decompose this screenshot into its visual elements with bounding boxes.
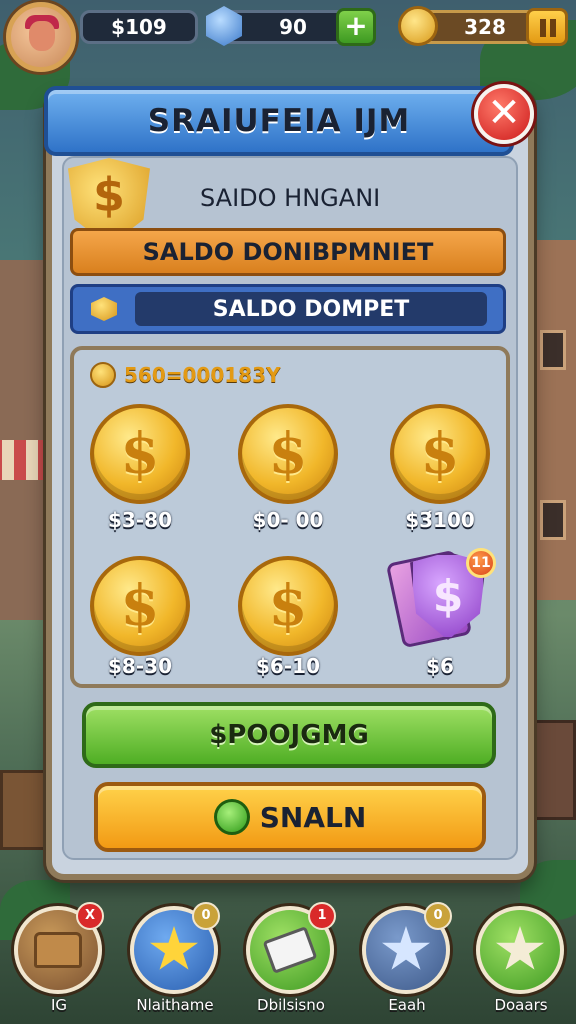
wallet-bar-text: SALDO DOMPET bbox=[212, 296, 410, 322]
coin-item-3[interactable]: $ bbox=[390, 404, 490, 504]
title-banner: SRAIUFEIA IJM bbox=[44, 86, 514, 156]
gem-card-badge: 11 bbox=[466, 548, 496, 578]
orange-bar-text: SALDO DONIBPMNIET bbox=[142, 238, 434, 266]
nav-label-5: Doaars bbox=[494, 996, 548, 1014]
nav-badge-2: 0 bbox=[192, 902, 220, 930]
window-right-lower bbox=[540, 500, 566, 540]
coin-item-1[interactable]: $ bbox=[90, 404, 190, 504]
coin-item-2[interactable]: $ bbox=[238, 404, 338, 504]
nav-badge-4: 0 bbox=[424, 902, 452, 930]
dollar-icon: $ bbox=[92, 168, 125, 222]
gem-card-item[interactable]: $ 11 bbox=[385, 548, 496, 649]
star-icon bbox=[496, 926, 544, 970]
coin-price-5: $6-10 bbox=[256, 654, 320, 678]
chest-icon bbox=[34, 932, 82, 968]
grid-header: 560=000183Y bbox=[90, 362, 280, 388]
nav-button-5[interactable] bbox=[476, 906, 564, 994]
coin-price-4: $8-30 bbox=[108, 654, 172, 678]
star-icon bbox=[382, 926, 430, 970]
nav-label-2: Nlaithame bbox=[136, 996, 214, 1014]
player-avatar[interactable] bbox=[6, 2, 76, 72]
close-button[interactable]: ✕ bbox=[474, 84, 534, 144]
window-right bbox=[540, 330, 566, 370]
nav-label-3: Dbilsisno bbox=[257, 996, 325, 1014]
coin-price-2: $0- 00 bbox=[252, 508, 324, 532]
coin-item-4[interactable]: $ bbox=[90, 556, 190, 656]
star-icon bbox=[150, 926, 198, 970]
dollar-coin-icon: $ bbox=[90, 404, 190, 504]
nav-badge-1: X bbox=[76, 902, 104, 930]
nav-item-2[interactable]: 0 Nlaithame bbox=[130, 902, 220, 1024]
coin-price-1: $3-80 bbox=[108, 508, 172, 532]
money-value: $109 bbox=[111, 15, 167, 39]
pause-button[interactable] bbox=[526, 8, 568, 46]
add-gems-button[interactable]: + bbox=[336, 8, 376, 46]
gem-value: 90 bbox=[279, 15, 307, 39]
dollar-coin-icon: $ bbox=[238, 404, 338, 504]
dollar-coin-icon: $ bbox=[390, 404, 490, 504]
coin-value: 328 bbox=[464, 15, 506, 39]
nav-item-3[interactable]: 1 Dbilsisno bbox=[246, 902, 336, 1024]
action-button-label: SNALN bbox=[259, 800, 367, 834]
coin-icon bbox=[90, 362, 116, 388]
awning-left bbox=[0, 440, 50, 480]
coin-price-3: $3́100 bbox=[405, 508, 475, 532]
nav-item-5[interactable]: Doaars bbox=[476, 906, 566, 1024]
resource-bar: $109 90 + 328 bbox=[0, 0, 576, 72]
green-orb-icon bbox=[213, 799, 250, 835]
buy-button-label: $POOJGMG bbox=[209, 720, 369, 750]
crate-left bbox=[0, 770, 48, 850]
wallet-bar-inner: SALDO DOMPET bbox=[135, 292, 487, 326]
balance-label: SAIDO HNGANI bbox=[200, 184, 381, 212]
dollar-coin-icon: $ bbox=[90, 556, 190, 656]
avatar-face bbox=[29, 21, 55, 51]
nav-item-4[interactable]: 0 Eaah bbox=[362, 902, 452, 1024]
nav-badge-3: 1 bbox=[308, 902, 336, 930]
wallet-bar: SALDO DOMPET bbox=[70, 284, 506, 334]
panel-title: SRAIUFEIA IJM bbox=[147, 103, 411, 139]
coin-price-6: $6 bbox=[426, 654, 454, 678]
dollar-coin-icon: $ bbox=[238, 556, 338, 656]
coin-item-5[interactable]: $ bbox=[238, 556, 338, 656]
card-icon bbox=[262, 926, 318, 974]
gold-gem-icon bbox=[91, 297, 117, 321]
money-counter: $109 bbox=[80, 10, 198, 44]
grid-header-text: 560=000183Y bbox=[124, 363, 281, 387]
nav-item-1[interactable]: X IG bbox=[14, 902, 104, 1024]
nav-label-4: Eaah bbox=[388, 996, 426, 1014]
nav-label-1: IG bbox=[50, 996, 68, 1014]
buy-button[interactable]: $POOJGMG bbox=[82, 702, 496, 768]
balance-bar-orange: SALDO DONIBPMNIET bbox=[70, 228, 506, 276]
action-button[interactable]: SNALN bbox=[94, 782, 486, 852]
coin-icon bbox=[398, 6, 438, 46]
